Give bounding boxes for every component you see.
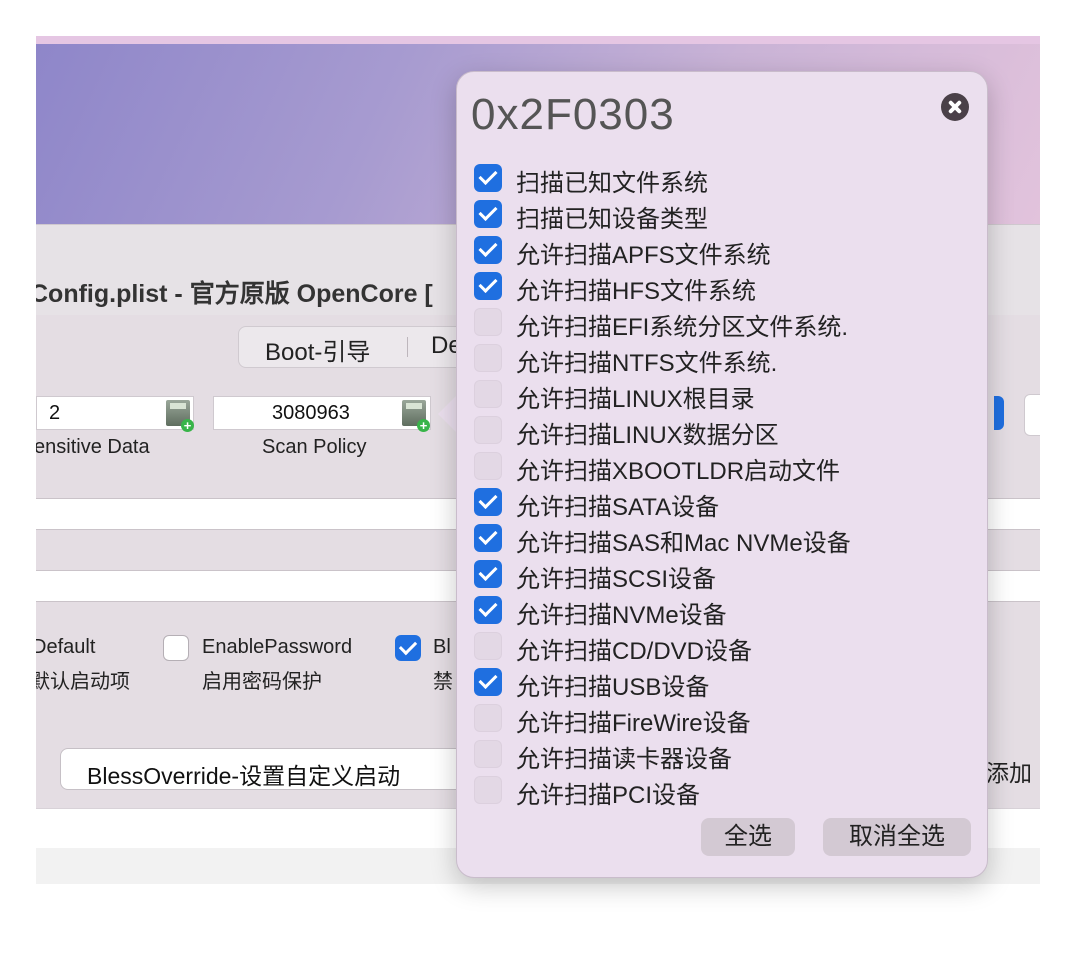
scan-policy-field[interactable]: 3080963 [213,396,431,430]
scan-option-checkbox[interactable] [474,200,502,228]
scan-option-row[interactable]: 允许扫描LINUX根目录 [474,378,954,413]
scan-option-row[interactable]: 允许扫描SCSI设备 [474,558,954,593]
sensitive-data-label: ensitive Data [36,436,150,458]
deselect-all-button[interactable]: 取消全选 [823,818,971,856]
default-label: Default [36,636,96,658]
enable-password-label: EnablePassword [202,636,353,658]
scan-option-row[interactable]: 允许扫描CD/DVD设备 [474,630,954,665]
scan-option-label: 允许扫描USB设备 [516,674,710,701]
select-all-button[interactable]: 全选 [701,818,795,856]
scan-option-label: 扫描已知设备类型 [516,206,708,233]
scan-policy-value: 3080963 [272,402,350,424]
scan-option-row[interactable]: 允许扫描USB设备 [474,666,954,701]
scan-option-checkbox[interactable] [474,704,502,732]
scan-option-row[interactable]: 允许扫描PCI设备 [474,774,954,809]
scan-option-checkbox[interactable] [474,164,502,192]
scan-option-row[interactable]: 允许扫描SATA设备 [474,486,954,521]
popover-arrow [438,395,457,433]
scan-option-row[interactable]: 允许扫描HFS文件系统 [474,270,954,305]
default-cn-label: 默认启动项 [36,671,130,693]
tab-divider [407,337,408,357]
scan-option-row[interactable]: 允许扫描FireWire设备 [474,702,954,737]
scan-option-row[interactable]: 扫描已知设备类型 [474,198,954,233]
scan-policy-label: Scan Policy [262,436,367,458]
scan-option-row[interactable]: 扫描已知文件系统 [474,162,954,197]
scan-option-label: 允许扫描SCSI设备 [516,566,717,593]
scan-option-row[interactable]: 允许扫描NVMe设备 [474,594,954,629]
scan-option-row[interactable]: 允许扫描XBOOTLDR启动文件 [474,450,954,485]
scan-option-label: 允许扫描EFI系统分区文件系统. [516,314,849,341]
calculator-icon[interactable] [166,400,194,432]
scan-option-label: 允许扫描XBOOTLDR启动文件 [516,458,841,485]
bless-override-text: BlessOverride-设置自定义启动 [87,763,401,789]
bl-cn-label: 禁 [433,671,453,693]
scan-option-checkbox[interactable] [474,380,502,408]
window-title: Config.plist - 官方原版 OpenCore [ [36,280,433,308]
bl-checkbox[interactable] [395,635,421,661]
bless-override-field[interactable]: BlessOverride-设置自定义启动 [60,748,520,790]
scan-option-row[interactable]: 允许扫描APFS文件系统 [474,234,954,269]
scan-option-row[interactable]: 允许扫描LINUX数据分区 [474,414,954,449]
popover-title: 0x2F0303 [471,90,675,139]
scan-option-checkbox[interactable] [474,344,502,372]
scan-option-label: 允许扫描SATA设备 [516,494,720,521]
scan-option-label: 允许扫描SAS和Mac NVMe设备 [516,530,851,557]
scan-option-label: 允许扫描LINUX根目录 [516,386,755,413]
scan-option-checkbox[interactable] [474,632,502,660]
scan-option-label: 允许扫描NVMe设备 [516,602,727,629]
scan-option-label: 允许扫描APFS文件系统 [516,242,771,269]
tab-boot[interactable]: Boot-引导 [265,332,370,367]
scan-option-checkbox[interactable] [474,416,502,444]
scan-option-checkbox[interactable] [474,560,502,588]
scan-option-row[interactable]: 允许扫描EFI系统分区文件系统. [474,306,954,341]
enable-password-cn-label: 启用密码保护 [202,671,322,693]
scan-option-checkbox[interactable] [474,236,502,264]
scan-option-label: 允许扫描CD/DVD设备 [516,638,753,665]
enable-password-checkbox[interactable] [163,635,189,661]
scan-option-label: 允许扫描PCI设备 [516,782,701,809]
calculator-icon[interactable] [402,400,430,432]
scan-option-row[interactable]: 允许扫描读卡器设备 [474,738,954,773]
scan-option-row[interactable]: 允许扫描SAS和Mac NVMe设备 [474,522,954,557]
bl-label: Bl [433,636,451,658]
scan-option-checkbox[interactable] [474,596,502,624]
scan-option-checkbox[interactable] [474,272,502,300]
scan-option-checkbox[interactable] [474,488,502,516]
scan-policy-popover: 0x2F0303 扫描已知文件系统 扫描已知设备类型 允许扫描APFS文件系统 允许扫… [456,71,988,878]
scan-option-label: 允许扫描LINUX数据分区 [516,422,779,449]
scan-option-label: 允许扫描NTFS文件系统. [516,350,778,377]
scan-option-label: 允许扫描HFS文件系统 [516,278,756,305]
scan-option-checkbox[interactable] [474,668,502,696]
scan-option-label: 扫描已知文件系统 [516,170,708,197]
scan-option-checkbox[interactable] [474,776,502,804]
scan-option-checkbox[interactable] [474,524,502,552]
scan-option-label: 允许扫描读卡器设备 [516,746,732,773]
scan-option-row[interactable]: 允许扫描NTFS文件系统. [474,342,954,377]
stepper-button[interactable] [994,396,1004,430]
add-button[interactable]: 添加 [986,754,1032,788]
sensitive-data-value: 2 [49,402,61,424]
scan-option-checkbox[interactable] [474,740,502,768]
scan-option-checkbox[interactable] [474,308,502,336]
close-icon[interactable] [941,93,969,121]
partial-field[interactable] [1024,394,1040,436]
scan-option-label: 允许扫描FireWire设备 [516,710,751,737]
scan-option-checkbox[interactable] [474,452,502,480]
